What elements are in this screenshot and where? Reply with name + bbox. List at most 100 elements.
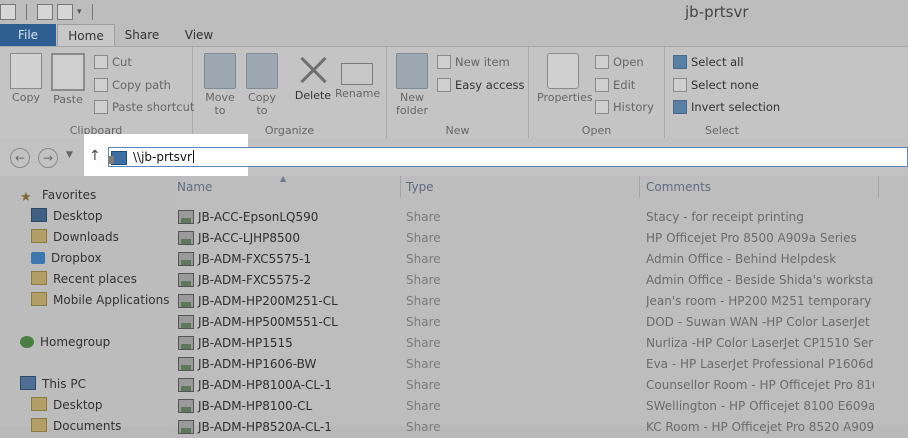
move-to-button[interactable]: Move to [203,53,237,117]
row-name: JB-ADM-FXC5575-1 [198,252,312,266]
row-name: JB-ADM-HP200M251-CL [198,294,338,308]
column-divider[interactable] [400,176,401,198]
copy-path-button[interactable]: Copy path [94,78,171,92]
new-folder-icon [396,53,428,89]
row-name: JB-ADM-HP8100-CL [198,399,313,413]
properties-button[interactable]: Properties [537,53,593,104]
select-none-button[interactable]: Select none [673,78,759,92]
copy-button[interactable]: Copy [8,53,44,104]
nav-recent-label: Recent places [53,272,137,286]
nav-pc-desktop[interactable]: Desktop [31,395,103,415]
nav-dropbox-label: Dropbox [51,251,102,265]
shared-printer-icon [178,252,194,266]
nav-favorites[interactable]: ★ Favorites [20,185,96,205]
row-type: Share [406,357,441,371]
column-header-comments[interactable]: Comments [646,180,711,194]
nav-this-pc[interactable]: This PC [20,374,86,394]
select-all-label: Select all [691,55,744,69]
copy-icon [10,53,42,89]
new-folder-button[interactable]: New folder [395,53,429,117]
cut-button[interactable]: Cut [94,55,132,69]
recent-locations-chevron-icon[interactable]: ▼ [66,150,73,160]
nav-pc-documents[interactable]: Documents [31,416,121,436]
row-type: Share [406,420,441,434]
nav-dropbox[interactable]: Dropbox [31,248,102,268]
table-row[interactable]: JB-ACC-LJHP8500 Share HP Officejet Pro 850… [172,228,908,249]
folder-icon [31,292,47,306]
edit-button[interactable]: Edit [595,78,635,92]
new-folder-label-2: folder [396,104,428,117]
shared-printer-icon [178,357,194,371]
row-comment: Admin Office - Beside Shida's workstatio… [646,273,874,287]
history-button[interactable]: History [595,100,654,114]
tab-share[interactable]: Share [118,24,166,46]
table-row[interactable]: JB-ACC-EpsonLQ590 Share Stacy - for receip… [172,207,908,228]
paste-button[interactable]: Paste [50,53,86,106]
customize-toolbar-chevron-icon[interactable]: ▾ [77,7,82,17]
shared-printer-icon [178,210,194,224]
row-name: JB-ACC-LJHP8500 [198,231,300,245]
nav-mobile-applications[interactable]: Mobile Applications [31,290,169,310]
nav-desktop[interactable]: Desktop [31,206,103,226]
table-row[interactable]: JB-ADM-HP8520A-CL-1 Share KC Room - HP Off… [172,417,908,438]
nav-recent-places[interactable]: Recent places [31,269,137,289]
tab-view[interactable]: View [176,24,222,46]
dropbox-icon [31,252,45,264]
nav-downloads[interactable]: Downloads [31,227,119,247]
row-comment: Nurliza -HP Color LaserJet CP1510 Series… [646,336,874,350]
row-comment: KC Room - HP Officejet Pro 8520 A909... [646,420,874,434]
column-divider[interactable] [639,176,640,198]
table-row[interactable]: JB-ADM-HP8100A-CL-1 Share Counsellor Room … [172,375,908,396]
select-all-button[interactable]: Select all [673,55,744,69]
edit-label: Edit [613,78,636,92]
column-header-type[interactable]: Type [406,180,434,194]
new-item-button[interactable]: New item [437,55,510,69]
address-input[interactable]: \\jb-prtsvr [133,150,194,164]
invert-selection-button[interactable]: Invert selection [673,100,780,114]
properties-icon [547,53,579,89]
homegroup-icon [20,336,34,348]
copy-to-button[interactable]: Copy to [245,53,279,117]
open-button[interactable]: Open [595,55,644,69]
save-quick-icon[interactable] [57,4,73,20]
new-folder-quick-icon[interactable] [37,4,53,20]
address-bar[interactable]: \\jb-prtsvr [108,147,908,167]
delete-label: Delete [294,89,332,102]
table-row[interactable]: JB-ADM-HP500M551-CL Share DOD - Suwan WAN … [172,312,908,333]
group-new: New folder New item Easy access New [387,47,529,139]
easy-access-button[interactable]: Easy access [437,78,525,92]
easy-access-icon [437,78,451,92]
back-arrow-icon[interactable]: ← [10,148,30,168]
history-icon [595,100,609,114]
group-label-select: Select [705,124,739,137]
forward-arrow-icon[interactable]: → [38,148,58,168]
window-title: jb-prtsvr [685,3,749,21]
text-caret [192,150,194,163]
column-divider[interactable] [878,176,879,198]
row-type: Share [406,378,441,392]
row-comment: DOD - Suwan WAN -HP Color LaserJet 50... [646,315,874,329]
nav-homegroup[interactable]: Homegroup [20,332,110,352]
table-row[interactable]: JB-ADM-HP1606-BW Share Eva - HP LaserJet P… [172,354,908,375]
properties-quick-icon[interactable] [0,4,16,20]
rename-button[interactable]: Rename [335,53,380,100]
select-none-icon [673,78,687,92]
open-icon [595,55,609,69]
star-icon: ★ [20,190,32,205]
tab-home[interactable]: Home [57,24,115,46]
paste-shortcut-button[interactable]: Paste shortcut [94,100,194,114]
table-row[interactable]: JB-ADM-HP200M251-CL Share Jean's room - HP… [172,291,908,312]
table-row[interactable]: JB-ADM-HP1515 Share Nurliza -HP Color Lase… [172,333,908,354]
nav-pc-desktop-label: Desktop [53,398,103,412]
file-list: Name ▲ Type Comments JB-ACC-EpsonLQ590 Sh… [172,174,908,434]
table-row[interactable]: JB-ADM-FXC5575-2 Share Admin Office - Besi… [172,270,908,291]
table-row[interactable]: JB-ADM-FXC5575-1 Share Admin Office - Behi… [172,249,908,270]
ribbon: Copy Paste Cut Copy path Paste shortcut … [0,46,908,140]
select-all-icon [673,55,687,69]
nav-thispc-label: This PC [42,377,86,391]
column-header-name[interactable]: Name [177,180,212,194]
tab-file[interactable]: File [0,24,56,46]
table-row[interactable]: JB-ADM-HP8100-CL Share SWellington - HP Of… [172,396,908,417]
delete-button[interactable]: Delete [293,53,333,102]
up-arrow-icon[interactable]: ↑ [89,148,101,164]
